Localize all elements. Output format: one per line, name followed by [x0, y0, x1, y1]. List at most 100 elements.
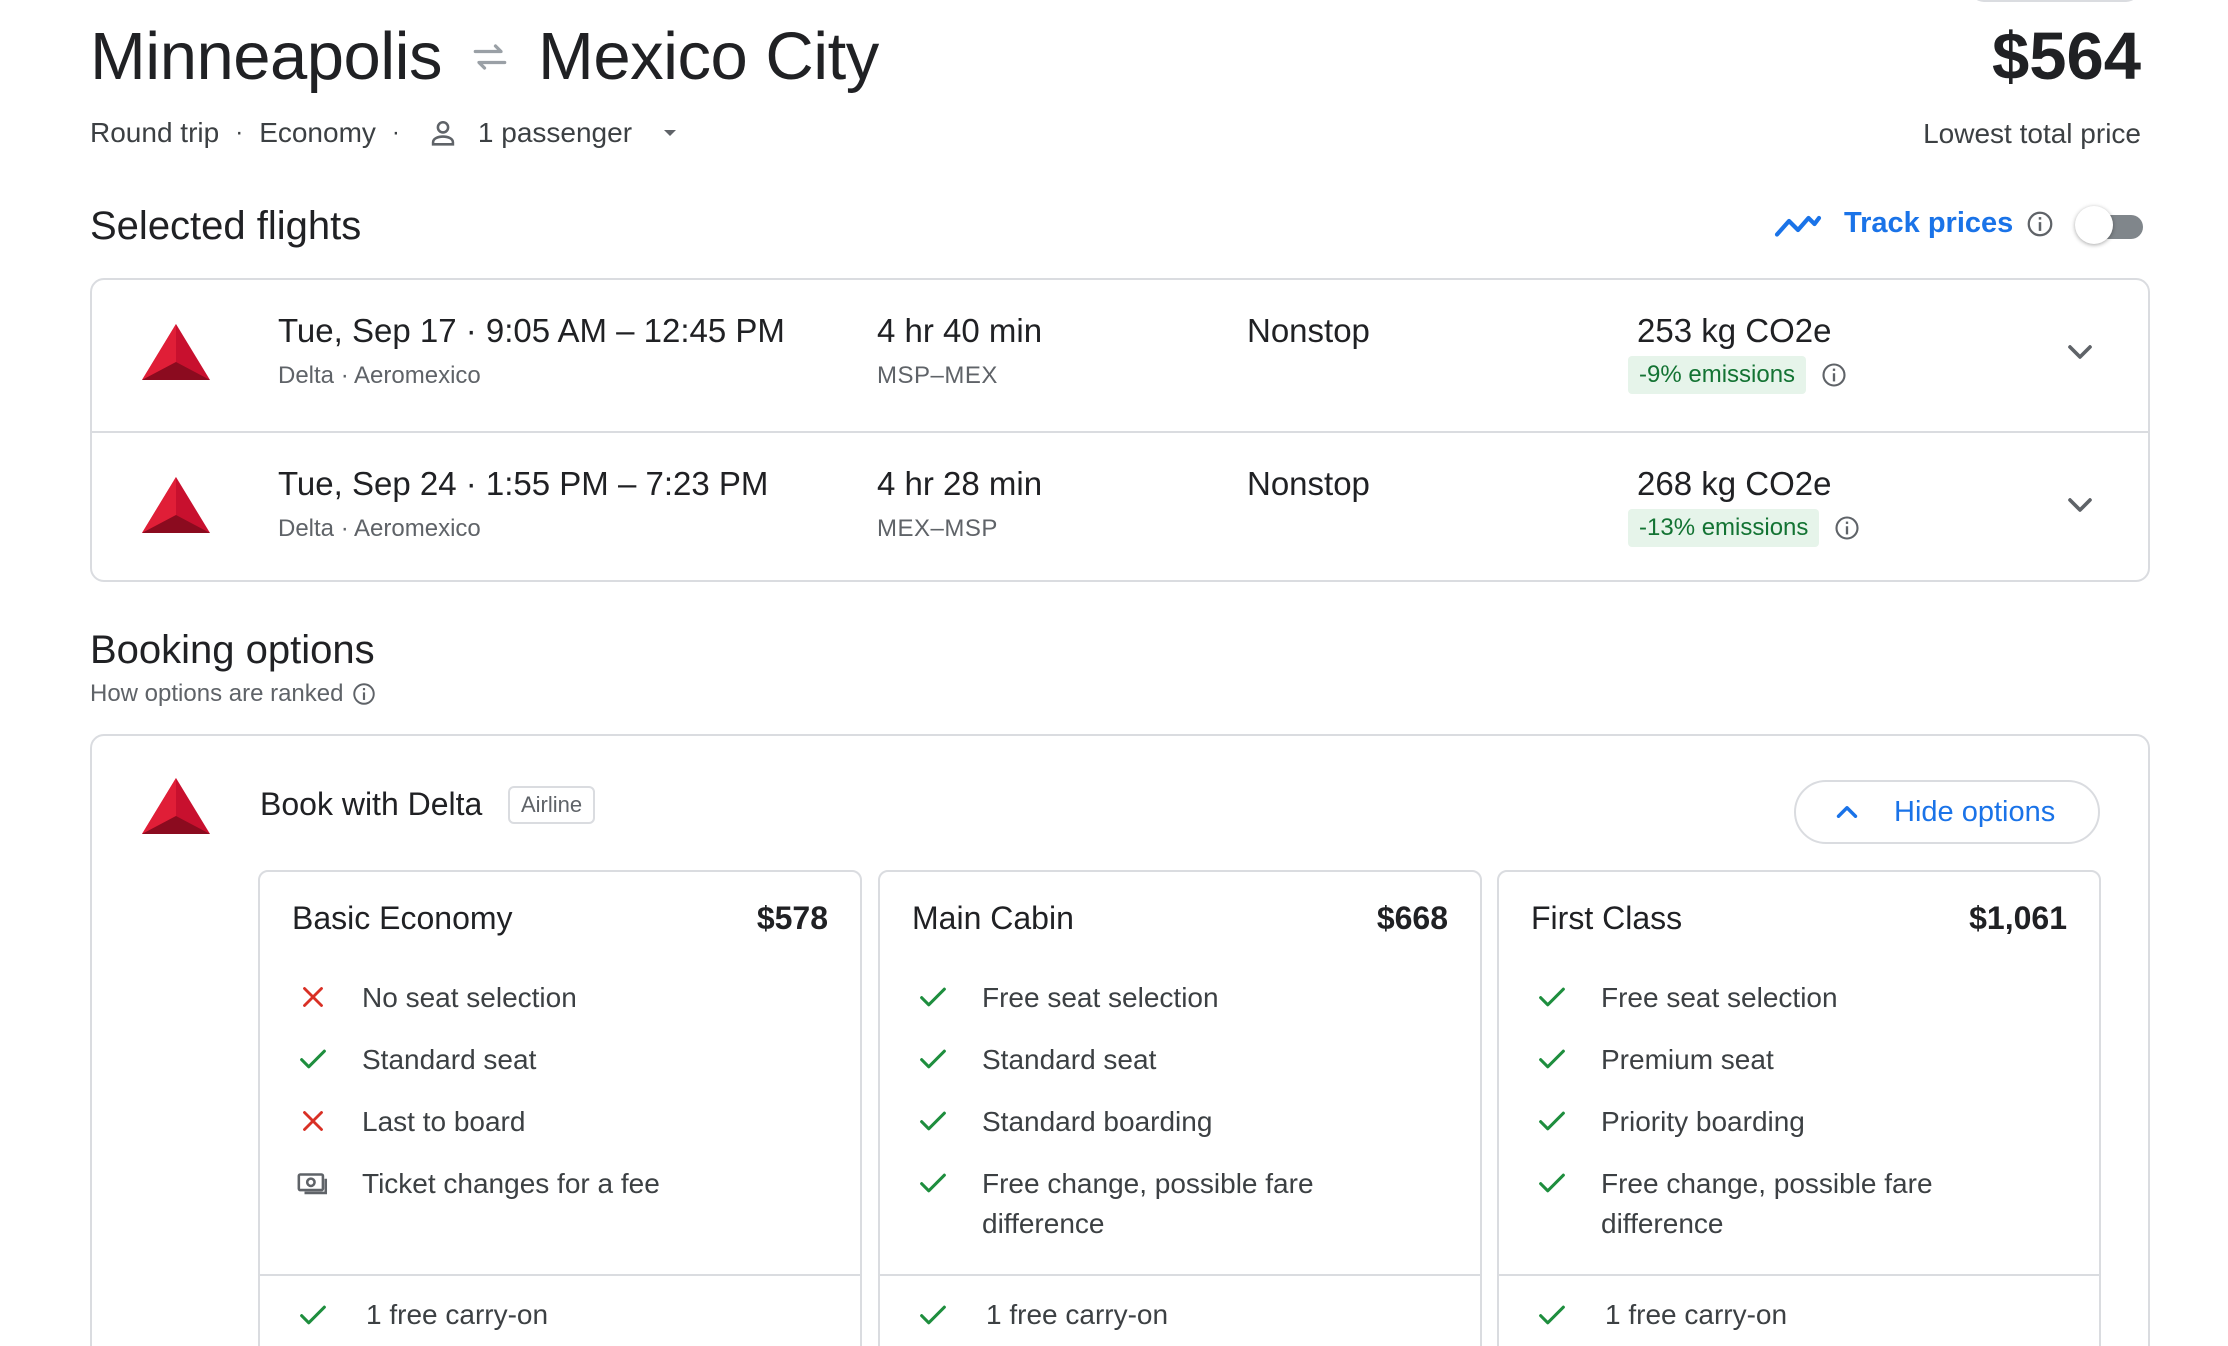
fare-feature-text: Priority boarding — [1601, 1106, 1805, 1137]
divider — [1499, 1274, 2099, 1276]
airline-tag: Airline — [508, 786, 596, 824]
divider — [880, 1274, 1480, 1276]
cabin-class: Economy — [259, 117, 376, 148]
fare-card-main-cabin[interactable]: Main Cabin $668 Free seat selection Stan… — [878, 870, 1482, 1346]
swap-arrows-icon — [473, 43, 507, 70]
fare-feature: Ticket changes for a fee — [296, 1164, 802, 1204]
carry-on-info: 1 free carry-on — [1535, 1298, 1787, 1332]
fare-feature-text: Premium seat — [1601, 1044, 1774, 1075]
flight-booking-page: Minneapolis Mexico City $564 Round trip … — [0, 0, 2228, 1346]
flight-route: MEX–MSP — [877, 515, 998, 542]
flight-airlines: Delta · Aeromexico — [278, 515, 481, 542]
caret-down-icon[interactable] — [658, 121, 682, 145]
carry-on-info: 1 free carry-on — [296, 1298, 548, 1332]
fare-feature-text: Free seat selection — [1601, 982, 1838, 1013]
check-icon — [300, 1049, 326, 1069]
fare-price: $1,061 — [1969, 900, 2067, 936]
price-caption: Lowest total price — [1923, 118, 2141, 149]
divider — [260, 1274, 860, 1276]
emissions-badge: -13% emissions — [1628, 509, 1820, 547]
trip-meta: Round trip · Economy · 1 passenger — [90, 116, 682, 150]
provider-name: Book with Delta — [260, 786, 483, 822]
chevron-down-icon[interactable] — [2060, 332, 2100, 372]
fare-name: Main Cabin — [912, 900, 1074, 936]
flight-row[interactable]: Tue, Sep 24 · 1:55 PM – 7:23 PM Delta · … — [92, 431, 2148, 581]
carry-on-info: 1 free carry-on — [916, 1298, 1168, 1332]
fare-feature: Free seat selection — [1535, 978, 2041, 1018]
fare-feature-text: Standard seat — [362, 1044, 537, 1075]
x-icon — [303, 987, 323, 1007]
emissions-info: -13% emissions — [1628, 509, 1861, 547]
delta-logo-icon — [142, 324, 210, 380]
track-prices[interactable]: Track prices — [1774, 207, 2055, 240]
destination-city: Mexico City — [538, 19, 879, 94]
toggle-knob — [2075, 206, 2113, 244]
fare-feature-text: Free seat selection — [982, 982, 1219, 1013]
fare-feature: Priority boarding — [1535, 1102, 2041, 1142]
chevron-up-icon — [1836, 806, 1858, 818]
top-pill-edge — [1970, 0, 2140, 2]
fare-card-first-class[interactable]: First Class $1,061 Free seat selection P… — [1497, 870, 2101, 1346]
fare-feature-text: Last to board — [362, 1106, 526, 1137]
fare-feature-text: No seat selection — [362, 982, 577, 1013]
check-icon — [920, 1173, 946, 1193]
emissions-badge: -9% emissions — [1628, 356, 1807, 394]
flight-co2: 253 kg CO2e — [1637, 312, 1832, 349]
hide-options-button[interactable]: Hide options — [1794, 780, 2100, 844]
fare-feature-text: Standard boarding — [982, 1106, 1213, 1137]
carry-on-text: 1 free carry-on — [986, 1299, 1169, 1330]
info-icon[interactable] — [1820, 361, 1848, 389]
origin-city: Minneapolis — [90, 19, 443, 94]
info-icon[interactable] — [351, 681, 377, 707]
hide-options-label[interactable]: Hide options — [1894, 796, 2055, 829]
track-prices-toggle[interactable] — [2075, 206, 2147, 244]
delta-logo-icon — [142, 477, 210, 533]
check-icon — [920, 1049, 946, 1069]
fare-feature: Standard seat — [916, 1040, 1422, 1080]
trend-line-icon — [1774, 215, 1822, 237]
flight-times: Tue, Sep 17 · 9:05 AM – 12:45 PM — [278, 312, 785, 349]
flight-row[interactable]: Tue, Sep 17 · 9:05 AM – 12:45 PM Delta ·… — [92, 280, 2148, 430]
carry-on-text: 1 free carry-on — [366, 1299, 549, 1330]
check-icon — [1539, 1173, 1565, 1193]
check-icon — [1539, 1111, 1565, 1131]
ranking-info[interactable]: How options are ranked — [90, 680, 377, 708]
check-icon — [300, 1305, 326, 1325]
trip-type: Round trip — [90, 117, 220, 148]
flight-stops: Nonstop — [1247, 312, 1370, 349]
fare-feature-text: Ticket changes for a fee — [362, 1168, 660, 1199]
selected-flights-card: Tue, Sep 17 · 9:05 AM – 12:45 PM Delta ·… — [90, 278, 2150, 582]
check-icon — [920, 1111, 946, 1131]
separator-dot: · — [391, 119, 400, 146]
check-icon — [1539, 1049, 1565, 1069]
route-title: Minneapolis Mexico City — [90, 18, 879, 95]
fare-feature: Free change, possible fare difference — [916, 1164, 1422, 1244]
fare-price: $578 — [756, 900, 828, 936]
check-icon — [920, 1305, 946, 1325]
chevron-down-icon[interactable] — [2060, 485, 2100, 525]
fare-feature: Last to board — [296, 1102, 802, 1142]
ranking-info-label[interactable]: How options are ranked — [90, 680, 343, 708]
info-icon[interactable] — [1833, 514, 1861, 542]
track-prices-label[interactable]: Track prices — [1844, 207, 2013, 240]
fare-card-basic-economy[interactable]: Basic Economy $578 No seat selection Sta… — [258, 870, 862, 1346]
delta-logo-icon — [142, 778, 210, 834]
flight-duration: 4 hr 28 min — [877, 465, 1043, 502]
person-icon — [431, 120, 455, 146]
fare-feature: Standard seat — [296, 1040, 802, 1080]
carry-on-text: 1 free carry-on — [1605, 1299, 1788, 1330]
passenger-count[interactable]: 1 passenger — [478, 117, 632, 149]
check-icon — [1539, 987, 1565, 1007]
check-icon — [1539, 1305, 1565, 1325]
flight-co2: 268 kg CO2e — [1637, 465, 1832, 502]
booking-card: Book with Delta Airline Hide options Bas… — [90, 734, 2150, 1346]
fare-feature: No seat selection — [296, 978, 802, 1018]
separator-dot: · — [235, 119, 244, 146]
booking-options-title: Booking options — [90, 628, 375, 672]
x-icon — [303, 1111, 323, 1131]
fare-feature: Standard boarding — [916, 1102, 1422, 1142]
flight-airlines: Delta · Aeromexico — [278, 362, 481, 389]
fare-feature-text: Standard seat — [982, 1044, 1157, 1075]
flight-times: Tue, Sep 24 · 1:55 PM – 7:23 PM — [278, 465, 769, 502]
info-icon[interactable] — [2025, 209, 2055, 239]
